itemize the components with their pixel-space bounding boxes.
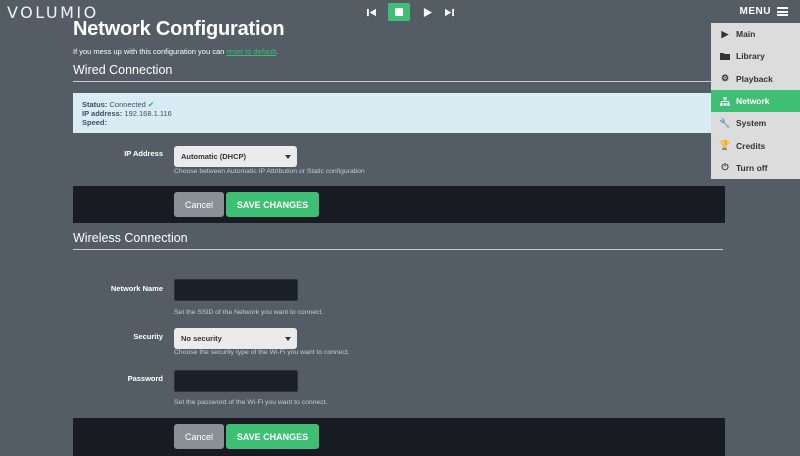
wired-cancel-button[interactable]: Cancel xyxy=(174,192,224,217)
menu-item-main[interactable]: ▶ Main xyxy=(711,23,800,45)
wireless-cancel-button[interactable]: Cancel xyxy=(174,424,224,449)
wireless-section-title: Wireless Connection xyxy=(73,231,723,250)
ip-value: 192.168.1.116 xyxy=(124,109,172,118)
ip-label: IP address: xyxy=(82,109,123,118)
wired-status-box: Status: Connected ✔ IP address: 192.168.… xyxy=(73,93,725,133)
power-icon: ⏻ xyxy=(721,162,729,173)
security-select-value: No security xyxy=(181,334,222,343)
wireless-section: Wireless Connection xyxy=(73,231,725,250)
menu-item-label: Credits xyxy=(736,140,766,151)
wrench-icon: 🔧 xyxy=(719,117,731,128)
ip-address-label: IP Address xyxy=(124,149,163,158)
subtitle-text: If you mess up with this configuration y… xyxy=(73,47,227,56)
menu-item-label: System xyxy=(736,118,767,129)
wireless-save-button[interactable]: SAVE CHANGES xyxy=(226,424,319,449)
security-help: Choose the security type of the Wi-Fi yo… xyxy=(174,349,350,356)
network-icon xyxy=(718,96,732,106)
subtitle-suffix: . xyxy=(276,47,279,56)
speed-label: Speed: xyxy=(82,118,108,127)
security-label: Security xyxy=(133,332,163,341)
ip-address-select-value: Automatic (DHCP) xyxy=(181,152,246,161)
wireless-action-bar: Cancel SAVE CHANGES xyxy=(73,418,725,456)
menu-item-playback[interactable]: ⚙ Playback xyxy=(711,68,800,90)
folder-icon xyxy=(718,52,732,61)
main-content: Network Configuration If you mess up wit… xyxy=(73,18,725,82)
ip-address-help: Choose between Automatic IP Attribution … xyxy=(174,168,365,175)
menu-item-system[interactable]: 🔧 System xyxy=(711,112,800,134)
page-title: Network Configuration xyxy=(73,18,285,40)
status-value: Connected xyxy=(109,100,146,109)
menu-item-label: Turn off xyxy=(736,162,768,173)
gears-icon: ⚙ xyxy=(720,73,730,84)
password-input[interactable] xyxy=(174,370,298,392)
menu-item-credits[interactable]: 🏆 Credits xyxy=(711,134,800,156)
password-label: Password xyxy=(127,374,163,383)
menu-item-network[interactable]: Network xyxy=(711,89,800,113)
menu-item-label: Network xyxy=(736,96,770,107)
menu-item-label: Main xyxy=(736,29,756,40)
menu-item-label: Playback xyxy=(736,73,773,84)
wired-section-title: Wired Connection xyxy=(73,63,723,82)
menu-item-turn-off[interactable]: ⏻ Turn off xyxy=(711,157,800,179)
menu-label: MENU xyxy=(739,6,771,17)
play-icon: ▶ xyxy=(721,28,729,39)
network-name-help: Set the SSID of the Network you want to … xyxy=(174,309,324,316)
ip-address-select[interactable]: Automatic (DHCP) xyxy=(174,146,297,167)
menu-toggle-button[interactable]: MENU xyxy=(740,6,788,17)
wired-save-button[interactable]: SAVE CHANGES xyxy=(226,192,319,217)
chevron-down-icon xyxy=(285,337,291,341)
trophy-icon: 🏆 xyxy=(719,140,731,151)
side-menu: ▶ Main Library ⚙ Playback Network 🔧 Syst… xyxy=(711,23,800,179)
chevron-down-icon xyxy=(285,155,291,159)
network-name-input[interactable] xyxy=(174,279,298,301)
wired-action-bar: Cancel SAVE CHANGES xyxy=(73,186,725,223)
reset-to-default-link[interactable]: reset to default xyxy=(226,47,276,56)
security-select[interactable]: No security xyxy=(174,328,297,349)
page-subtitle: If you mess up with this configuration y… xyxy=(73,47,725,56)
menu-item-library[interactable]: Library xyxy=(711,45,800,67)
menu-item-label: Library xyxy=(736,51,765,62)
network-name-label: Network Name xyxy=(110,284,163,293)
status-label: Status: xyxy=(82,100,108,109)
check-icon: ✔ xyxy=(147,100,155,109)
password-help: Set the password of the Wi-Fi you want t… xyxy=(174,399,328,406)
menu-bars-icon xyxy=(777,7,788,16)
